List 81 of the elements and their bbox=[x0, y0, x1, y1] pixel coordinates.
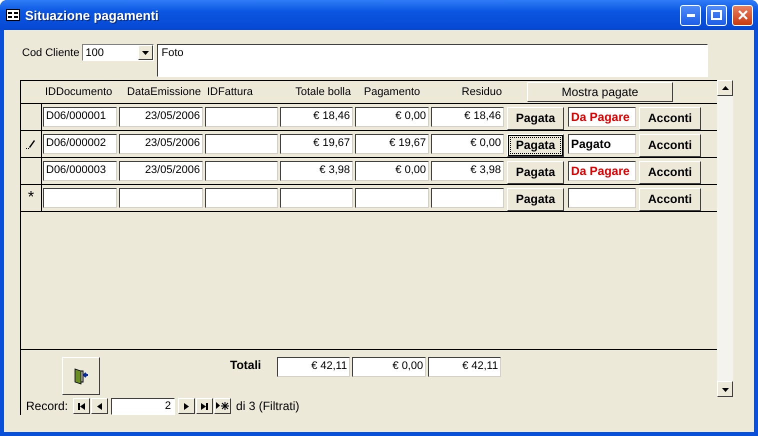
column-header: DataEmissione bbox=[126, 86, 202, 98]
last-record-icon bbox=[201, 402, 208, 410]
maximize-icon bbox=[711, 10, 722, 20]
right-arrow-icon bbox=[183, 402, 190, 410]
paid-button[interactable]: Pagata bbox=[507, 134, 564, 156]
exit-button[interactable] bbox=[62, 357, 100, 395]
table-cell[interactable] bbox=[431, 188, 504, 208]
paid-button[interactable]: Pagata bbox=[507, 106, 564, 130]
record-number-field[interactable]: 2 bbox=[111, 398, 176, 414]
dropdown-button[interactable] bbox=[138, 45, 154, 60]
advances-button[interactable]: Acconti bbox=[639, 188, 701, 210]
table-cell[interactable]: € 18,46 bbox=[280, 107, 353, 127]
status-field: Da Pagare bbox=[568, 107, 636, 127]
table-cell[interactable]: € 19,67 bbox=[355, 134, 429, 154]
scroll-up-button[interactable] bbox=[717, 80, 733, 96]
description-field[interactable]: Foto bbox=[157, 44, 708, 77]
maximize-button[interactable] bbox=[706, 4, 727, 26]
table-cell[interactable] bbox=[205, 134, 278, 154]
paid-button[interactable]: Pagata bbox=[507, 160, 564, 184]
paid-button[interactable]: Pagata bbox=[507, 188, 564, 210]
table-cell[interactable]: € 0,00 bbox=[355, 107, 429, 127]
table-cell[interactable]: D06/000002 bbox=[43, 134, 117, 154]
previous-record-button[interactable] bbox=[91, 398, 108, 414]
table-cell[interactable]: € 3,98 bbox=[280, 161, 353, 181]
new-record-icon bbox=[216, 402, 230, 410]
up-arrow-icon bbox=[722, 84, 728, 92]
last-record-button[interactable] bbox=[196, 398, 214, 414]
caret-icon bbox=[142, 49, 150, 56]
table-cell[interactable]: 23/05/2006 bbox=[119, 134, 203, 154]
advances-button[interactable]: Acconti bbox=[639, 106, 701, 130]
minimize-icon bbox=[686, 14, 694, 16]
minimize-button[interactable] bbox=[680, 4, 701, 26]
table-cell[interactable] bbox=[280, 188, 353, 208]
table-cell[interactable] bbox=[205, 161, 278, 181]
status-field: Pagato bbox=[568, 134, 636, 154]
column-header: IDDocumento bbox=[44, 86, 114, 98]
total-field: € 0,00 bbox=[352, 357, 426, 377]
exit-door-icon bbox=[72, 367, 90, 385]
table-cell[interactable]: € 18,46 bbox=[431, 107, 504, 127]
table-cell[interactable] bbox=[355, 188, 429, 208]
table-cell[interactable]: € 0,00 bbox=[355, 161, 429, 181]
record-label: Record: bbox=[26, 399, 68, 413]
table-cell[interactable]: D06/000003 bbox=[43, 161, 117, 181]
advances-button[interactable]: Acconti bbox=[639, 134, 701, 156]
record-selector[interactable]: * bbox=[21, 185, 42, 211]
table-cell[interactable] bbox=[119, 188, 203, 208]
column-header: Pagamento bbox=[362, 86, 422, 98]
total-field: € 42,11 bbox=[277, 357, 350, 377]
table-cell[interactable] bbox=[205, 188, 278, 208]
column-header: IDFattura bbox=[206, 86, 254, 98]
customer-label: Cod Cliente bbox=[22, 46, 80, 59]
table-cell[interactable] bbox=[43, 188, 117, 208]
status-field: Da Pagare bbox=[568, 161, 636, 181]
window-title: Situazione pagamenti bbox=[25, 8, 160, 22]
table-cell[interactable]: € 3,98 bbox=[431, 161, 504, 181]
close-button[interactable] bbox=[732, 4, 753, 26]
left-arrow-icon bbox=[96, 402, 104, 410]
totals-label: Totali bbox=[230, 358, 262, 374]
form-icon bbox=[6, 9, 20, 21]
next-record-button[interactable] bbox=[178, 398, 196, 414]
table-cell[interactable]: D06/000001 bbox=[43, 107, 117, 127]
table-cell[interactable]: € 19,67 bbox=[280, 134, 353, 154]
advances-button[interactable]: Acconti bbox=[639, 160, 701, 184]
new-record-mark: * bbox=[28, 189, 34, 207]
pencil-icon bbox=[26, 138, 36, 150]
first-record-icon bbox=[78, 402, 86, 410]
scroll-down-button[interactable] bbox=[717, 381, 733, 397]
new-record-button[interactable] bbox=[214, 398, 232, 414]
customer-combo[interactable]: 100 bbox=[82, 44, 154, 61]
down-arrow-icon bbox=[722, 386, 728, 392]
show-paid-button[interactable]: Mostra pagate bbox=[527, 82, 673, 102]
column-header: Residuo bbox=[460, 86, 503, 98]
total-field: € 42,11 bbox=[428, 357, 502, 377]
table-cell[interactable]: € 0,00 bbox=[431, 134, 504, 154]
close-icon bbox=[738, 10, 748, 20]
table-cell[interactable]: 23/05/2006 bbox=[119, 107, 203, 127]
table-cell[interactable] bbox=[205, 107, 278, 127]
record-count: di 3 (Filtrati) bbox=[236, 399, 300, 413]
first-record-button[interactable] bbox=[73, 398, 90, 414]
column-header: Totale bolla bbox=[294, 86, 352, 98]
table-cell[interactable]: 23/05/2006 bbox=[119, 161, 203, 181]
